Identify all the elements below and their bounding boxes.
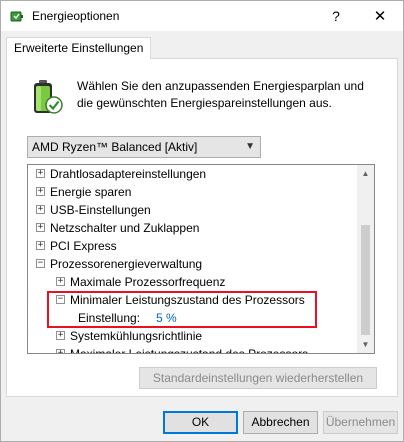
tree-item-label: Drahtlosadaptereinstellungen [50,167,207,181]
close-icon: ✕ [373,8,387,25]
tree-item-processor-power[interactable]: − Prozessorenergieverwaltung [28,255,358,273]
expand-icon[interactable]: + [36,223,45,232]
tree-item-min-processor-state[interactable]: − Minimaler Leistungszustand des Prozess… [28,291,358,309]
expand-icon[interactable]: + [56,331,65,340]
expand-icon[interactable]: + [36,205,45,214]
tree-item-label: USB-Einstellungen [50,203,151,217]
tree-item-label: Systemkühlungsrichtlinie [70,329,203,343]
tree-item-wireless[interactable]: + Drahtlosadaptereinstellungen [28,165,358,183]
power-plan-select[interactable]: AMD Ryzen™ Balanced [Aktiv] ▼ [27,136,261,158]
expand-icon[interactable]: + [56,277,65,286]
setting-label: Einstellung: [78,311,141,325]
tree-item-usb[interactable]: + USB-Einstellungen [28,201,358,219]
tree-item-label: Minimaler Leistungszustand des Prozessor… [70,293,305,307]
collapse-icon[interactable]: − [36,259,45,268]
scroll-up-icon[interactable]: ▲ [357,165,374,182]
tree-item-max-frequency[interactable]: + Maximale Prozessorfrequenz [28,273,358,291]
expand-icon[interactable]: + [36,169,45,178]
tree-item-label: Prozessorenergieverwaltung [50,257,203,271]
tree-item-max-processor-state[interactable]: + Maximaler Leistungszustand des Prozess… [28,345,358,353]
tree-items: + Drahtlosadaptereinstellungen + Energie… [28,165,358,353]
tree-item-cooling-policy[interactable]: + Systemkühlungsrichtlinie [28,327,358,345]
tree-item-pci-express[interactable]: + PCI Express [28,237,358,255]
tree-item-power-button[interactable]: + Netzschalter und Zuklappen [28,219,358,237]
close-button[interactable]: ✕ [357,1,403,31]
tree-item-setting[interactable]: Einstellung: 5 % [28,309,358,327]
expand-icon[interactable]: + [36,187,45,196]
power-options-icon [10,11,23,22]
collapse-icon[interactable]: − [56,295,65,304]
scroll-down-icon[interactable]: ▼ [357,336,374,353]
tab-advanced-settings[interactable]: Erweiterte Einstellungen [6,37,152,59]
apply-button[interactable]: Übernehmen [323,411,398,434]
tree-item-label: Maximaler Leistungszustand des Prozessor… [70,345,308,353]
tree-scrollbar[interactable]: ▲ ▼ [357,165,374,353]
restore-defaults-button[interactable]: Standardeinstellungen wiederherstellen [139,367,377,389]
help-button[interactable]: ? [313,1,359,31]
tree-item-label: PCI Express [50,239,117,253]
title-bar[interactable]: Energieoptionen ? ✕ [1,1,403,31]
help-icon: ? [332,8,340,24]
power-plan-value: AMD Ryzen™ Balanced [Aktiv] [32,140,198,154]
energy-options-dialog: Energieoptionen ? ✕ Erweiterte Einstellu… [0,0,404,442]
expand-icon[interactable]: + [36,241,45,250]
tree-item-label: Netzschalter und Zuklappen [50,221,200,235]
tree-item-label: Maximale Prozessorfrequenz [70,275,226,289]
scrollbar-thumb[interactable] [361,225,370,335]
tree-item-energy-saving[interactable]: + Energie sparen [28,183,358,201]
battery-check-icon [34,80,63,114]
tree-item-label: Energie sparen [50,185,132,199]
intro-text: Wählen Sie den anzupassenden Energiespar… [77,79,364,110]
expand-icon[interactable]: + [56,349,65,353]
cancel-button[interactable]: Abbrechen [243,411,318,434]
ok-button[interactable]: OK [163,411,238,434]
chevron-down-icon: ▼ [245,141,255,152]
setting-value-link[interactable]: 5 % [156,309,177,327]
settings-tree[interactable]: + Drahtlosadaptereinstellungen + Energie… [27,164,375,354]
window-title: Energieoptionen [32,9,120,23]
